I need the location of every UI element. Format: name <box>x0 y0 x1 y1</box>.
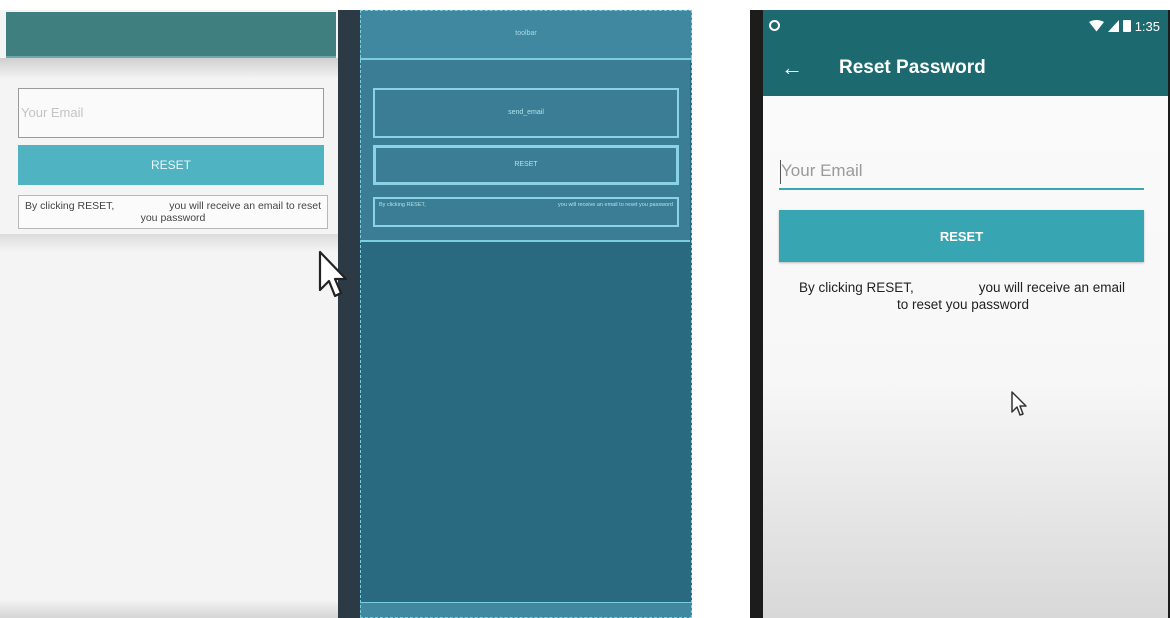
cell-signal-icon <box>1107 20 1119 32</box>
blueprint-toolbar-label: toolbar <box>515 30 537 37</box>
reset-note: By clicking RESET, you will receive an e… <box>783 279 1143 313</box>
blueprint-note-part1: By clicking RESET, <box>379 202 426 208</box>
blueprint-reset-note[interactable]: By clicking RESET, you will receive an e… <box>373 197 679 227</box>
blueprint-toolbar[interactable]: toolbar <box>360 10 692 60</box>
email-field[interactable] <box>779 154 1144 190</box>
design-note-part3: you password <box>140 212 206 224</box>
status-time: 1:35 <box>1134 18 1160 34</box>
signal-dot-icon <box>769 20 780 31</box>
design-note-part1: By clicking RESET, <box>25 200 115 212</box>
pane-divider[interactable] <box>338 10 360 618</box>
design-reset-button[interactable]: RESET <box>18 145 324 185</box>
blueprint-pane: toolbar send_email RESET By clicking RES… <box>360 10 692 618</box>
note-part1: By clicking RESET, <box>799 280 914 295</box>
blueprint-email-field[interactable]: send_email <box>373 88 679 138</box>
design-footer <box>0 600 338 618</box>
design-content-shadow <box>0 234 338 252</box>
text-caret <box>780 160 781 184</box>
note-part2: you will receive an email <box>978 280 1125 295</box>
design-toolbar <box>6 12 336 58</box>
phone-content: RESET By clicking RESET, you will receiv… <box>763 96 1168 618</box>
design-preview-pane: Your Email RESET By clicking RESET, you … <box>0 10 338 618</box>
blueprint-note-part2: you will receive an email to reset you p… <box>558 202 673 208</box>
design-header-shadow <box>0 58 338 80</box>
arrow-left-icon[interactable]: ← <box>781 54 803 82</box>
status-bar: 1:35 <box>763 10 1168 44</box>
blueprint-footer <box>360 602 692 618</box>
status-icons: 1:35 <box>1085 15 1160 37</box>
design-note-part2: you will receive an email to reset <box>169 200 321 212</box>
page-title: Reset Password <box>839 57 986 78</box>
phone-bezel <box>750 10 763 618</box>
design-reset-note[interactable]: By clicking RESET, you will receive an e… <box>18 195 328 229</box>
blueprint-reset-button[interactable]: RESET <box>373 145 679 185</box>
mouse-pointer-icon <box>318 250 348 303</box>
phone-emulator: 1:35 ← Reset Password RESET By clicking … <box>750 10 1170 618</box>
reset-button[interactable]: RESET <box>779 210 1144 262</box>
mouse-pointer-icon <box>1010 390 1028 423</box>
app-bar: ← Reset Password <box>763 44 1168 96</box>
note-part3: to reset you password <box>896 297 1030 312</box>
wifi-icon <box>1088 20 1104 32</box>
battery-icon <box>1122 20 1131 32</box>
design-email-field[interactable]: Your Email <box>18 88 324 138</box>
